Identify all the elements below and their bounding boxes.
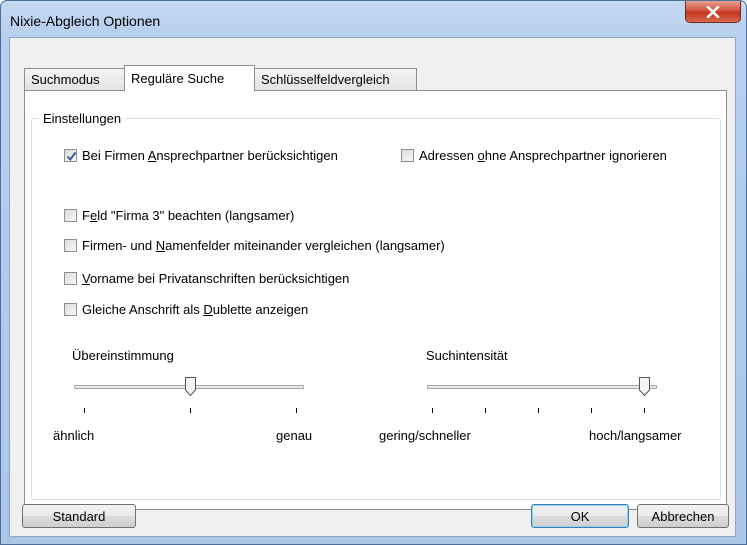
checkbox-label: Firmen- und Namenfelder miteinander verg… xyxy=(82,238,445,253)
cancel-button[interactable]: Abbrechen xyxy=(637,504,729,528)
tab-label: Suchmodus xyxy=(31,72,100,87)
suchintensitaet-label: Suchintensität xyxy=(426,348,508,363)
suchintensitaet-max-label: hoch/langsamer xyxy=(589,428,682,443)
close-icon xyxy=(706,5,720,18)
tab-regulaere-suche[interactable]: Reguläre Suche xyxy=(124,65,255,91)
checkbox-dublette[interactable]: Gleiche Anschrift als Dublette anzeigen xyxy=(64,302,308,317)
checkbox-box[interactable] xyxy=(64,303,77,316)
ok-button[interactable]: OK xyxy=(531,504,629,528)
slider-tick xyxy=(296,408,297,413)
checkbox-namenfelder[interactable]: Firmen- und Namenfelder miteinander verg… xyxy=(64,238,445,253)
slider-tick xyxy=(644,408,645,413)
suchintensitaet-slider-track[interactable] xyxy=(427,385,657,389)
slider-tick xyxy=(538,408,539,413)
checkbox-ohne-ansprechpartner[interactable]: Adressen ohne Ansprechpartner ignorieren xyxy=(401,148,667,163)
checkbox-firmen-ansprechpartner[interactable]: Bei Firmen Ansprechpartner berücksichtig… xyxy=(64,148,338,163)
dialog-client-area: Suchmodus Reguläre Suche Schlüsselfeldve… xyxy=(9,37,736,537)
slider-tick xyxy=(432,408,433,413)
checkbox-label: Bei Firmen Ansprechpartner berücksichtig… xyxy=(82,148,338,163)
checkbox-box[interactable] xyxy=(64,239,77,252)
checkbox-box[interactable] xyxy=(64,209,77,222)
dialog-window: Nixie-Abgleich Optionen Suchmodus Regulä… xyxy=(0,0,747,545)
suchintensitaet-min-label: gering/schneller xyxy=(379,428,471,443)
tab-schluesselfeldvergleich[interactable]: Schlüsselfeldvergleich xyxy=(254,68,417,90)
checkbox-box[interactable] xyxy=(64,149,77,162)
slider-tick xyxy=(485,408,486,413)
uebereinstimmung-label: Übereinstimmung xyxy=(72,348,174,363)
uebereinstimmung-min-label: ähnlich xyxy=(53,428,95,443)
title-bar[interactable]: Nixie-Abgleich Optionen xyxy=(1,1,746,37)
close-button[interactable] xyxy=(685,1,741,23)
slider-tick xyxy=(190,408,191,413)
tab-suchmodus[interactable]: Suchmodus xyxy=(24,68,125,90)
window-title: Nixie-Abgleich Optionen xyxy=(10,13,161,29)
checkbox-box[interactable] xyxy=(401,149,414,162)
checkbox-vorname[interactable]: Vorname bei Privatanschriften berücksich… xyxy=(64,271,349,286)
uebereinstimmung-slider-thumb[interactable] xyxy=(185,377,196,396)
group-title: Einstellungen xyxy=(39,111,126,126)
checkbox-feld-firma3[interactable]: Feld "Firma 3" beachten (langsamer) xyxy=(64,208,294,223)
checkbox-box[interactable] xyxy=(64,272,77,285)
checkbox-label: Vorname bei Privatanschriften berücksich… xyxy=(82,271,350,286)
standard-button[interactable]: Standard xyxy=(22,504,136,528)
checkbox-label: Gleiche Anschrift als Dublette anzeigen xyxy=(82,302,309,317)
checkbox-label: Adressen ohne Ansprechpartner ignorieren xyxy=(419,148,667,163)
tab-label: Schlüsselfeldvergleich xyxy=(261,72,390,87)
tab-label: Reguläre Suche xyxy=(131,71,225,86)
uebereinstimmung-max-label: genau xyxy=(276,428,313,443)
slider-tick xyxy=(591,408,592,413)
checkmark-icon xyxy=(66,151,77,162)
slider-tick xyxy=(84,408,85,413)
checkbox-label: Feld "Firma 3" beachten (langsamer) xyxy=(82,208,295,223)
suchintensitaet-slider-thumb[interactable] xyxy=(639,377,650,396)
